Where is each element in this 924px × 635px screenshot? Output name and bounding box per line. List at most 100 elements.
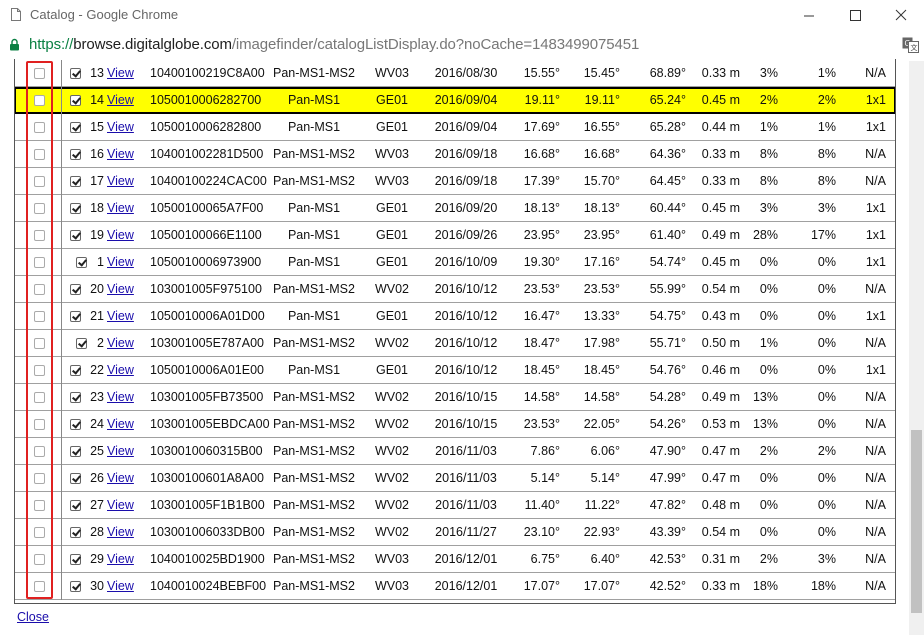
cell-id: 1050010006A01D00 (150, 309, 265, 323)
row-select-checkbox[interactable] (34, 581, 45, 592)
cell-res: 0.48 m (701, 498, 740, 512)
row-select-checkbox[interactable] (34, 311, 45, 322)
view-link[interactable]: View (107, 444, 137, 458)
url-path: /imagefinder/catalogListDisplay.do?noCac… (231, 36, 640, 53)
row-select-checkbox[interactable] (34, 230, 45, 241)
cell-a2: 6.40° (590, 552, 620, 566)
maximize-icon[interactable] (832, 0, 878, 31)
cell-date: 2016/09/04 (434, 93, 498, 107)
view-link[interactable]: View (107, 93, 137, 107)
row-select-checkbox[interactable] (34, 500, 45, 511)
cell-a2: 14.58° (583, 390, 620, 404)
view-link[interactable]: View (107, 498, 137, 512)
cell-date: 2016/10/12 (434, 336, 498, 350)
row-select-checkbox[interactable] (34, 527, 45, 538)
close-link[interactable]: Close (17, 610, 49, 624)
cell-res: 0.43 m (701, 309, 740, 323)
cell-p1: 3% (759, 66, 778, 80)
minimize-icon[interactable] (786, 0, 832, 31)
view-link[interactable]: View (107, 66, 137, 80)
cell-num: 2 (97, 336, 104, 350)
cell-a2: 16.68° (583, 147, 620, 161)
view-link[interactable]: View (107, 525, 137, 539)
cell-a2: 13.33° (583, 309, 620, 323)
cell-a3: 54.26° (649, 417, 686, 431)
row-select-checkbox[interactable] (34, 176, 45, 187)
row-select-checkbox[interactable] (34, 365, 45, 376)
row-select-checkbox[interactable] (34, 554, 45, 565)
cell-sensor: WV03 (374, 174, 410, 188)
cell-p2: 0% (817, 390, 836, 404)
view-link[interactable]: View (107, 363, 137, 377)
cell-res: 0.47 m (701, 471, 740, 485)
row-select-checkbox[interactable] (34, 392, 45, 403)
cell-a3: 55.71° (649, 336, 686, 350)
row-select-checkbox[interactable] (34, 446, 45, 457)
cell-bands: Pan-MS1-MS2 (273, 147, 355, 161)
view-link[interactable]: View (107, 309, 137, 323)
cell-a3: 54.28° (649, 390, 686, 404)
url-text[interactable]: https://browse.digitalglobe.com/imagefin… (29, 36, 639, 53)
cell-pl: 1x1 (865, 120, 886, 134)
row-select-checkbox[interactable] (34, 95, 45, 106)
cell-p1: 0% (759, 255, 778, 269)
cell-sensor: GE01 (376, 363, 408, 377)
view-link[interactable]: View (107, 120, 137, 134)
cell-p1: 0% (759, 525, 778, 539)
view-link[interactable]: View (107, 174, 137, 188)
translate-icon[interactable]: G 文 (902, 37, 919, 53)
address-bar[interactable]: https://browse.digitalglobe.com/imagefin… (0, 31, 924, 59)
cell-date: 2016/11/03 (435, 444, 497, 458)
row-select-checkbox[interactable] (34, 122, 45, 133)
scrollbar-thumb[interactable] (911, 430, 922, 613)
view-link[interactable]: View (107, 336, 137, 350)
cell-p1: 0% (759, 471, 778, 485)
cell-a1: 18.45° (523, 363, 560, 377)
cell-id: 103001005F1B1B00 (150, 498, 265, 512)
row-select-checkbox[interactable] (34, 68, 45, 79)
cell-a3: 54.75° (649, 309, 686, 323)
view-link[interactable]: View (107, 579, 137, 593)
cell-p1: 13% (752, 417, 778, 431)
cell-bands: Pan-MS1 (287, 228, 341, 242)
view-link[interactable]: View (107, 471, 137, 485)
row-select-checkbox[interactable] (34, 473, 45, 484)
view-link[interactable]: View (107, 390, 137, 404)
cell-pl: N/A (865, 336, 886, 350)
view-link[interactable]: View (107, 417, 137, 431)
row-select-checkbox[interactable] (34, 338, 45, 349)
row-select-checkbox[interactable] (34, 419, 45, 430)
row-select-checkbox[interactable] (34, 203, 45, 214)
view-link[interactable]: View (107, 228, 137, 242)
view-link[interactable]: View (107, 552, 137, 566)
cell-p1: 28% (752, 228, 778, 242)
cell-a3: 55.99° (649, 282, 686, 296)
cell-id: 1040010024BEBF00 (150, 579, 267, 593)
cell-a2: 16.55° (583, 120, 620, 134)
cell-a3: 60.44° (649, 201, 686, 215)
close-window-icon[interactable] (878, 0, 924, 31)
view-link[interactable]: View (107, 201, 137, 215)
cell-p2: 0% (817, 336, 836, 350)
cell-id: 103001005E787A00 (150, 336, 265, 350)
row-select-checkbox[interactable] (34, 149, 45, 160)
view-link[interactable]: View (107, 147, 137, 161)
cell-a1: 17.69° (523, 120, 560, 134)
row-select-checkbox[interactable] (34, 257, 45, 268)
cell-a1: 6.75° (530, 552, 560, 566)
cell-date: 2016/10/12 (434, 363, 498, 377)
view-link[interactable]: View (107, 282, 137, 296)
cell-p1: 18% (752, 579, 778, 593)
cell-a1: 18.13° (523, 201, 560, 215)
cell-res: 0.53 m (701, 417, 740, 431)
cell-a3: 47.90° (649, 444, 686, 458)
cell-a3: 42.52° (649, 579, 686, 593)
cell-a1: 19.11° (524, 93, 560, 107)
row-select-checkbox[interactable] (34, 284, 45, 295)
view-link[interactable]: View (107, 255, 137, 269)
cell-date: 2016/09/04 (434, 120, 498, 134)
cell-bands: Pan-MS1-MS2 (273, 471, 355, 485)
cell-res: 0.33 m (701, 174, 740, 188)
cell-res: 0.45 m (701, 201, 740, 215)
cell-pl: N/A (865, 525, 886, 539)
